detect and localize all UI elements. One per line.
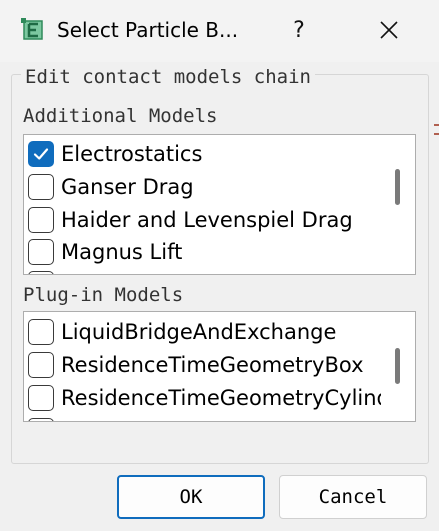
- ok-button[interactable]: OK: [117, 475, 265, 519]
- checkmark-icon: [33, 147, 49, 160]
- app-icon: [21, 18, 43, 40]
- list-item-label: Haider and Levenspiel Drag: [61, 207, 353, 232]
- plugin-models-list[interactable]: LiquidBridgeAndExchange ResidenceTimeGeo…: [23, 311, 416, 422]
- list-item-electrostatics[interactable]: Electrostatics: [24, 137, 381, 170]
- checkbox[interactable]: [28, 206, 54, 233]
- close-button[interactable]: [364, 10, 414, 50]
- checkbox[interactable]: [28, 238, 54, 265]
- checkbox[interactable]: [28, 318, 54, 345]
- title-bar: Select Particle B... ?: [0, 0, 439, 62]
- window-title: Select Particle B...: [57, 18, 239, 42]
- help-button[interactable]: ?: [276, 10, 322, 50]
- list-item-residence-time-cylinder[interactable]: ResidenceTimeGeometryCylinder: [24, 381, 381, 414]
- list-item-liquid-bridge[interactable]: LiquidBridgeAndExchange: [24, 315, 381, 348]
- checkbox[interactable]: [28, 417, 54, 421]
- list-item-haider-levenspiel-drag[interactable]: Haider and Levenspiel Drag: [24, 203, 381, 236]
- close-icon: [380, 21, 398, 39]
- checkbox[interactable]: [28, 384, 54, 411]
- additional-models-label: Additional Models: [23, 105, 218, 127]
- list-item-label: LiquidBridgeAndExchange: [61, 319, 337, 344]
- checkbox[interactable]: [28, 270, 54, 274]
- list-item-partial[interactable]: [24, 414, 381, 421]
- edge-marker: [434, 124, 439, 126]
- plugin-models-label: Plug-in Models: [23, 284, 184, 306]
- list-item-partial[interactable]: [24, 267, 381, 274]
- group-title: Edit contact models chain: [21, 66, 315, 88]
- vertical-scrollbar-thumb[interactable]: [395, 169, 400, 205]
- list-item-magnus-lift[interactable]: Magnus Lift: [24, 235, 381, 268]
- list-item-label: Electrostatics: [61, 141, 203, 166]
- cancel-button[interactable]: Cancel: [279, 475, 427, 519]
- list-item-label: Ganser Drag: [61, 174, 194, 199]
- checkbox[interactable]: [28, 173, 54, 200]
- list-item-residence-time-box[interactable]: ResidenceTimeGeometryBox: [24, 348, 381, 381]
- checkbox-checked[interactable]: [28, 140, 54, 167]
- checkbox[interactable]: [28, 351, 54, 378]
- list-item-ganser-drag[interactable]: Ganser Drag: [24, 170, 381, 203]
- additional-models-list[interactable]: Electrostatics Ganser Drag Haider and Le…: [23, 134, 416, 275]
- list-item-label: ResidenceTimeGeometryBox: [61, 352, 364, 377]
- list-item-label: Magnus Lift: [61, 239, 183, 264]
- list-item-label: ResidenceTimeGeometryCylinder: [61, 385, 381, 410]
- edge-marker: [434, 133, 439, 135]
- help-icon: ?: [293, 17, 305, 43]
- vertical-scrollbar-thumb[interactable]: [395, 348, 400, 384]
